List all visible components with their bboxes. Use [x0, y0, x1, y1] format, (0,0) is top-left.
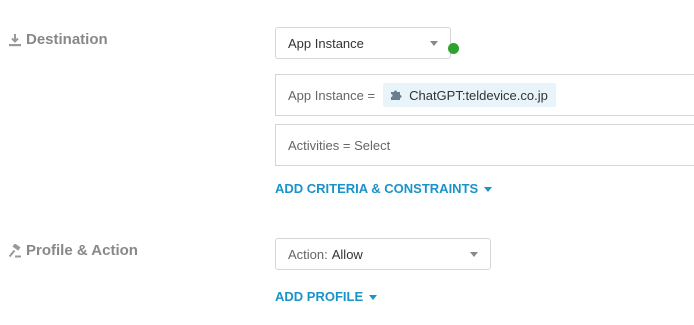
destination-section-label: Destination [8, 31, 108, 48]
app-instance-chip[interactable]: ChatGPT:teldevice.co.jp [383, 83, 556, 107]
status-dot [448, 43, 459, 54]
download-icon [8, 33, 22, 47]
chevron-down-icon [430, 41, 438, 46]
add-profile-link[interactable]: ADD PROFILE [275, 289, 378, 304]
chevron-down-icon [470, 252, 478, 257]
destination-type-value: App Instance [288, 35, 364, 51]
destination-label: Destination [26, 31, 108, 48]
activities-text: Activities = Select [288, 137, 391, 153]
puzzle-icon [389, 87, 403, 104]
profile-label: Profile & Action [26, 242, 138, 259]
add-criteria-label: ADD CRITERIA & CONSTRAINTS [275, 181, 479, 196]
caret-down-icon [369, 294, 378, 300]
app-instance-prefix: App Instance = [288, 87, 376, 103]
add-profile-label: ADD PROFILE [275, 289, 364, 304]
caret-down-icon [484, 186, 493, 192]
app-instance-field[interactable]: App Instance = ChatGPT:teldevice.co.jp [275, 74, 694, 116]
action-select[interactable]: Action: Allow [275, 238, 491, 270]
destination-type-select[interactable]: App Instance [275, 27, 451, 59]
activities-field[interactable]: Activities = Select [275, 124, 694, 166]
app-instance-chip-value: ChatGPT:teldevice.co.jp [409, 87, 548, 103]
profile-section-label: Profile & Action [8, 242, 138, 259]
action-value: Allow [331, 246, 363, 262]
add-criteria-link[interactable]: ADD CRITERIA & CONSTRAINTS [275, 181, 493, 196]
action-prefix: Action: [288, 246, 328, 262]
gavel-icon [8, 243, 22, 258]
